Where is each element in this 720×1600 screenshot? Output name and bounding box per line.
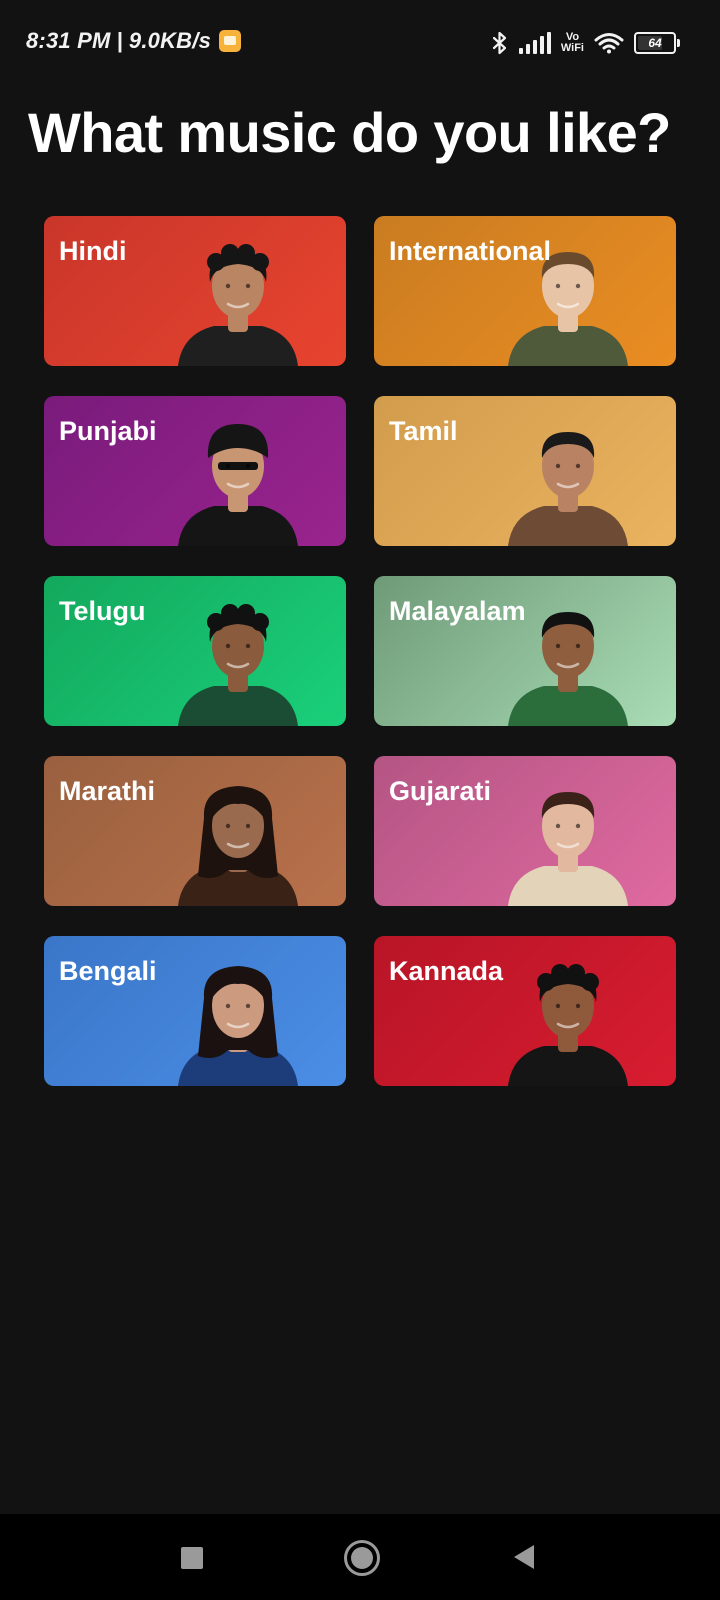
recents-icon[interactable]	[181, 1547, 203, 1569]
language-label: Malayalam	[389, 596, 526, 626]
artist-portrait	[178, 966, 298, 1086]
language-label: Gujarati	[389, 776, 492, 806]
artist-portrait	[178, 244, 298, 366]
bluetooth-icon	[492, 31, 506, 55]
artist-portrait	[178, 604, 298, 726]
language-grid: Hindi International Punjabi Tamil Telugu Mala…	[44, 216, 676, 1086]
wifi-icon	[594, 33, 624, 54]
language-card-tamil[interactable]: Tamil	[374, 396, 676, 546]
artist-portrait	[508, 432, 628, 546]
artist-portrait	[178, 786, 298, 906]
back-icon[interactable]	[514, 1545, 534, 1569]
language-card-marathi[interactable]: Marathi	[44, 756, 346, 906]
home-icon[interactable]	[344, 1540, 380, 1576]
status-separator: |	[116, 28, 123, 53]
artist-portrait	[508, 792, 628, 906]
language-label: Telugu	[59, 596, 146, 626]
status-bar: 8:31 PM | 9.0KB/s Vo WiFi 64	[0, 0, 720, 86]
language-label: Hindi	[59, 236, 127, 266]
page-title: What music do you like?	[28, 101, 671, 164]
vowifi-bottom: WiFi	[560, 42, 584, 54]
status-left: 8:31 PM | 9.0KB/s	[26, 28, 242, 54]
status-time: 8:31 PM	[26, 28, 111, 53]
language-card-malayalam[interactable]: Malayalam	[374, 576, 676, 726]
language-card-international[interactable]: International	[374, 216, 676, 366]
language-card-gujarati[interactable]: Gujarati	[374, 756, 676, 906]
language-label: Punjabi	[59, 416, 157, 446]
language-card-punjabi[interactable]: Punjabi	[44, 396, 346, 546]
vowifi-icon: Vo WiFi	[561, 32, 584, 54]
signal-icon	[518, 32, 551, 54]
network-speed: 9.0KB/s	[128, 28, 212, 53]
battery-level: 64	[648, 36, 662, 50]
language-label: Bengali	[59, 956, 157, 986]
artist-portrait	[178, 424, 298, 546]
artist-portrait	[508, 964, 628, 1086]
navigation-bar	[0, 1514, 720, 1600]
language-card-kannada[interactable]: Kannada	[374, 936, 676, 1086]
language-card-hindi[interactable]: Hindi	[44, 216, 346, 366]
battery-icon: 64	[634, 32, 680, 54]
language-card-bengali[interactable]: Bengali	[44, 936, 346, 1086]
status-right: Vo WiFi 64	[491, 28, 680, 58]
language-label: Marathi	[59, 776, 156, 806]
language-label: Kannada	[389, 956, 504, 986]
message-notification-icon	[219, 30, 242, 52]
language-label: Tamil	[389, 416, 458, 446]
language-card-telugu[interactable]: Telugu	[44, 576, 346, 726]
language-label: International	[389, 236, 552, 266]
